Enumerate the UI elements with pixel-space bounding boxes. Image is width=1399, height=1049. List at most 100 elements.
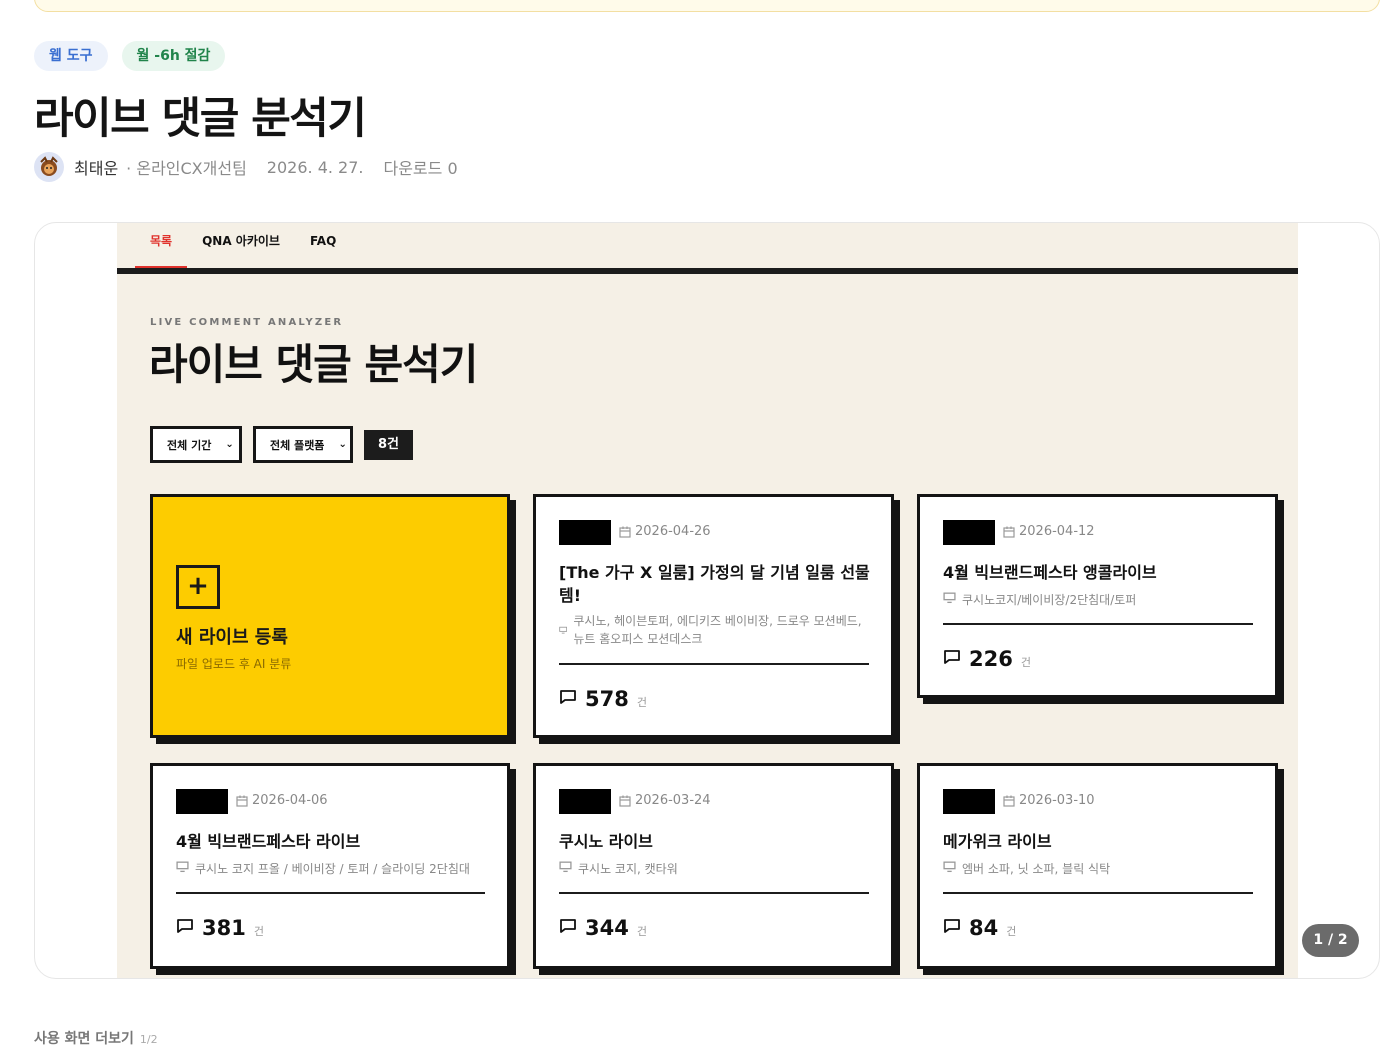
avatar (34, 152, 64, 182)
period-select[interactable]: 전체 기간 ⌄ (150, 426, 242, 463)
author-team: · 온라인CX개선팀 (126, 159, 247, 178)
new-live-card[interactable]: + 새 라이브 등록 파일 업로드 후 AI 분류 (150, 494, 510, 738)
chevron-down-icon: ⌄ (225, 439, 234, 450)
live-card[interactable]: 2026-04-06 4월 빅브랜드페스타 라이브 쿠시노 코지 프올 / 베이… (150, 763, 510, 969)
live-products: 쿠시노 코지 프올 / 베이비장 / 토퍼 / 슬라이딩 2단침대 (176, 860, 483, 878)
card-divider (943, 892, 1253, 894)
comment-count-value: 84 (969, 916, 999, 940)
redacted-label (943, 789, 995, 814)
live-date: 2026-04-12 (1003, 524, 1095, 539)
comment-count-unit: 건 (1020, 656, 1031, 669)
live-date-text: 2026-03-10 (1019, 793, 1095, 808)
monitor-icon (559, 626, 568, 634)
period-select-value: 전체 기간 (167, 438, 212, 452)
chevron-down-icon: ⌄ (338, 439, 347, 450)
comment-icon (560, 919, 576, 933)
comment-count: 84 건 (943, 916, 1016, 940)
platform-select-value: 전체 플랫폼 (270, 438, 325, 452)
redacted-label (176, 789, 228, 814)
live-date: 2026-03-10 (1003, 793, 1095, 808)
live-date-text: 2026-04-26 (635, 524, 711, 539)
redacted-label (943, 520, 995, 545)
platform-select[interactable]: 전체 플랫폼 ⌄ (253, 426, 353, 463)
app-screenshot: 목록 QNA 아카이브 FAQ LIVE COMMENT ANALYZER 라이… (117, 223, 1298, 978)
comment-count-unit: 건 (253, 925, 264, 938)
comment-icon (560, 690, 576, 704)
live-title: 4월 빅브랜드페스타 앵콜라이브 (943, 563, 1157, 582)
comment-count: 578 건 (559, 687, 647, 711)
live-date: 2026-03-24 (619, 793, 711, 808)
live-products: 쿠시노코지/베이비장/2단침대/토퍼 (943, 591, 1251, 609)
calendar-icon (1003, 795, 1015, 807)
app-nav: 목록 QNA 아카이브 FAQ (117, 223, 1298, 269)
tab-faq[interactable]: FAQ (310, 223, 336, 268)
post-date: 2026. 4. 27. (266, 157, 364, 177)
live-card[interactable]: 2026-04-26 [The 가구 X 일룸] 가정의 달 기념 일룸 선물템… (533, 494, 894, 738)
more-screens-link[interactable]: 사용 화면 더보기 1/2 (34, 1028, 158, 1048)
comment-count-unit: 건 (636, 925, 647, 938)
comment-icon (944, 650, 960, 664)
tab-list[interactable]: 목록 (134, 223, 188, 269)
app-kicker: LIVE COMMENT ANALYZER (150, 317, 344, 328)
slide-pager[interactable]: 1 / 2 (1302, 924, 1359, 957)
monitor-icon (176, 861, 189, 873)
comment-count-value: 578 (585, 687, 629, 711)
comment-count: 226 건 (943, 647, 1031, 671)
calendar-icon (236, 795, 248, 807)
avatar-icon (40, 156, 58, 176)
redacted-label (559, 789, 611, 814)
notice-banner (34, 0, 1380, 12)
live-products-text: 쿠시노코지/베이비장/2단침대/토퍼 (962, 593, 1137, 607)
live-title: 메가위크 라이브 (943, 832, 1052, 851)
comment-count-value: 381 (202, 916, 246, 940)
live-products-text: 쿠시노 코지, 캣타워 (578, 862, 678, 876)
more-screens-label: 사용 화면 더보기 (34, 1031, 134, 1047)
calendar-icon (1003, 526, 1015, 538)
plus-icon: + (176, 565, 220, 609)
comment-icon (944, 919, 960, 933)
live-products-text: 쿠시노, 헤이븐토퍼, 에디키즈 베이비장, 드로우 모션베드, 뉴트 홈오피스… (573, 614, 862, 646)
comment-count-unit: 건 (1006, 925, 1017, 938)
comment-count-unit: 건 (636, 696, 647, 709)
comment-count-value: 344 (585, 916, 629, 940)
comment-icon (177, 919, 193, 933)
calendar-icon (619, 526, 631, 538)
more-screens-count: 1/2 (139, 1033, 158, 1046)
live-card[interactable]: 2026-03-24 쿠시노 라이브 쿠시노 코지, 캣타워 344 건 (533, 763, 894, 969)
page-title: 라이브 댓글 분석기 (34, 94, 367, 144)
live-card[interactable]: 2026-03-10 메가위크 라이브 엠버 소파, 닛 소파, 블릭 식탁 8… (917, 763, 1278, 969)
tag-time-saving[interactable]: 월 -6h 절감 (121, 41, 226, 71)
live-products-text: 쿠시노 코지 프올 / 베이비장 / 토퍼 / 슬라이딩 2단침대 (195, 862, 470, 876)
card-divider (559, 892, 869, 894)
new-live-subtitle: 파일 업로드 후 AI 분류 (176, 657, 292, 671)
tag-web-tool[interactable]: 웹 도구 (34, 41, 108, 71)
screenshot-viewer[interactable]: 목록 QNA 아카이브 FAQ LIVE COMMENT ANALYZER 라이… (34, 222, 1380, 979)
live-products: 엠버 소파, 닛 소파, 블릭 식탁 (943, 860, 1251, 878)
card-divider (559, 663, 869, 665)
comment-count: 344 건 (559, 916, 647, 940)
monitor-icon (943, 861, 956, 873)
live-card[interactable]: 2026-04-12 4월 빅브랜드페스타 앵콜라이브 쿠시노코지/베이비장/2… (917, 494, 1278, 698)
monitor-icon (559, 861, 572, 873)
filter-bar: 전체 기간 ⌄ 전체 플랫폼 ⌄ 8건 (150, 426, 414, 463)
app-title: 라이브 댓글 분석기 (149, 340, 478, 389)
download-count: 다운로드 0 (383, 159, 458, 178)
tag-list: 웹 도구 월 -6h 절감 (34, 41, 226, 71)
comment-count-value: 226 (969, 647, 1013, 671)
calendar-icon (619, 795, 631, 807)
live-date-text: 2026-04-06 (252, 793, 328, 808)
live-date-text: 2026-03-24 (635, 793, 711, 808)
live-date-text: 2026-04-12 (1019, 524, 1095, 539)
monitor-icon (943, 592, 956, 604)
card-divider (176, 892, 485, 894)
live-date: 2026-04-06 (236, 793, 328, 808)
tab-qna-archive[interactable]: QNA 아카이브 (202, 223, 280, 268)
live-title: [The 가구 X 일룸] 가정의 달 기념 일룸 선물템! (559, 563, 870, 605)
post-meta: 최태운 · 온라인CX개선팀 2026. 4. 27. 다운로드 0 (34, 151, 458, 183)
live-products: 쿠시노, 헤이븐토퍼, 에디키즈 베이비장, 드로우 모션베드, 뉴트 홈오피스… (559, 612, 867, 648)
live-products: 쿠시노 코지, 캣타워 (559, 860, 867, 878)
redacted-label (559, 520, 611, 545)
live-title: 쿠시노 라이브 (559, 832, 653, 851)
live-date: 2026-04-26 (619, 524, 711, 539)
author-name[interactable]: 최태운 (74, 155, 118, 179)
